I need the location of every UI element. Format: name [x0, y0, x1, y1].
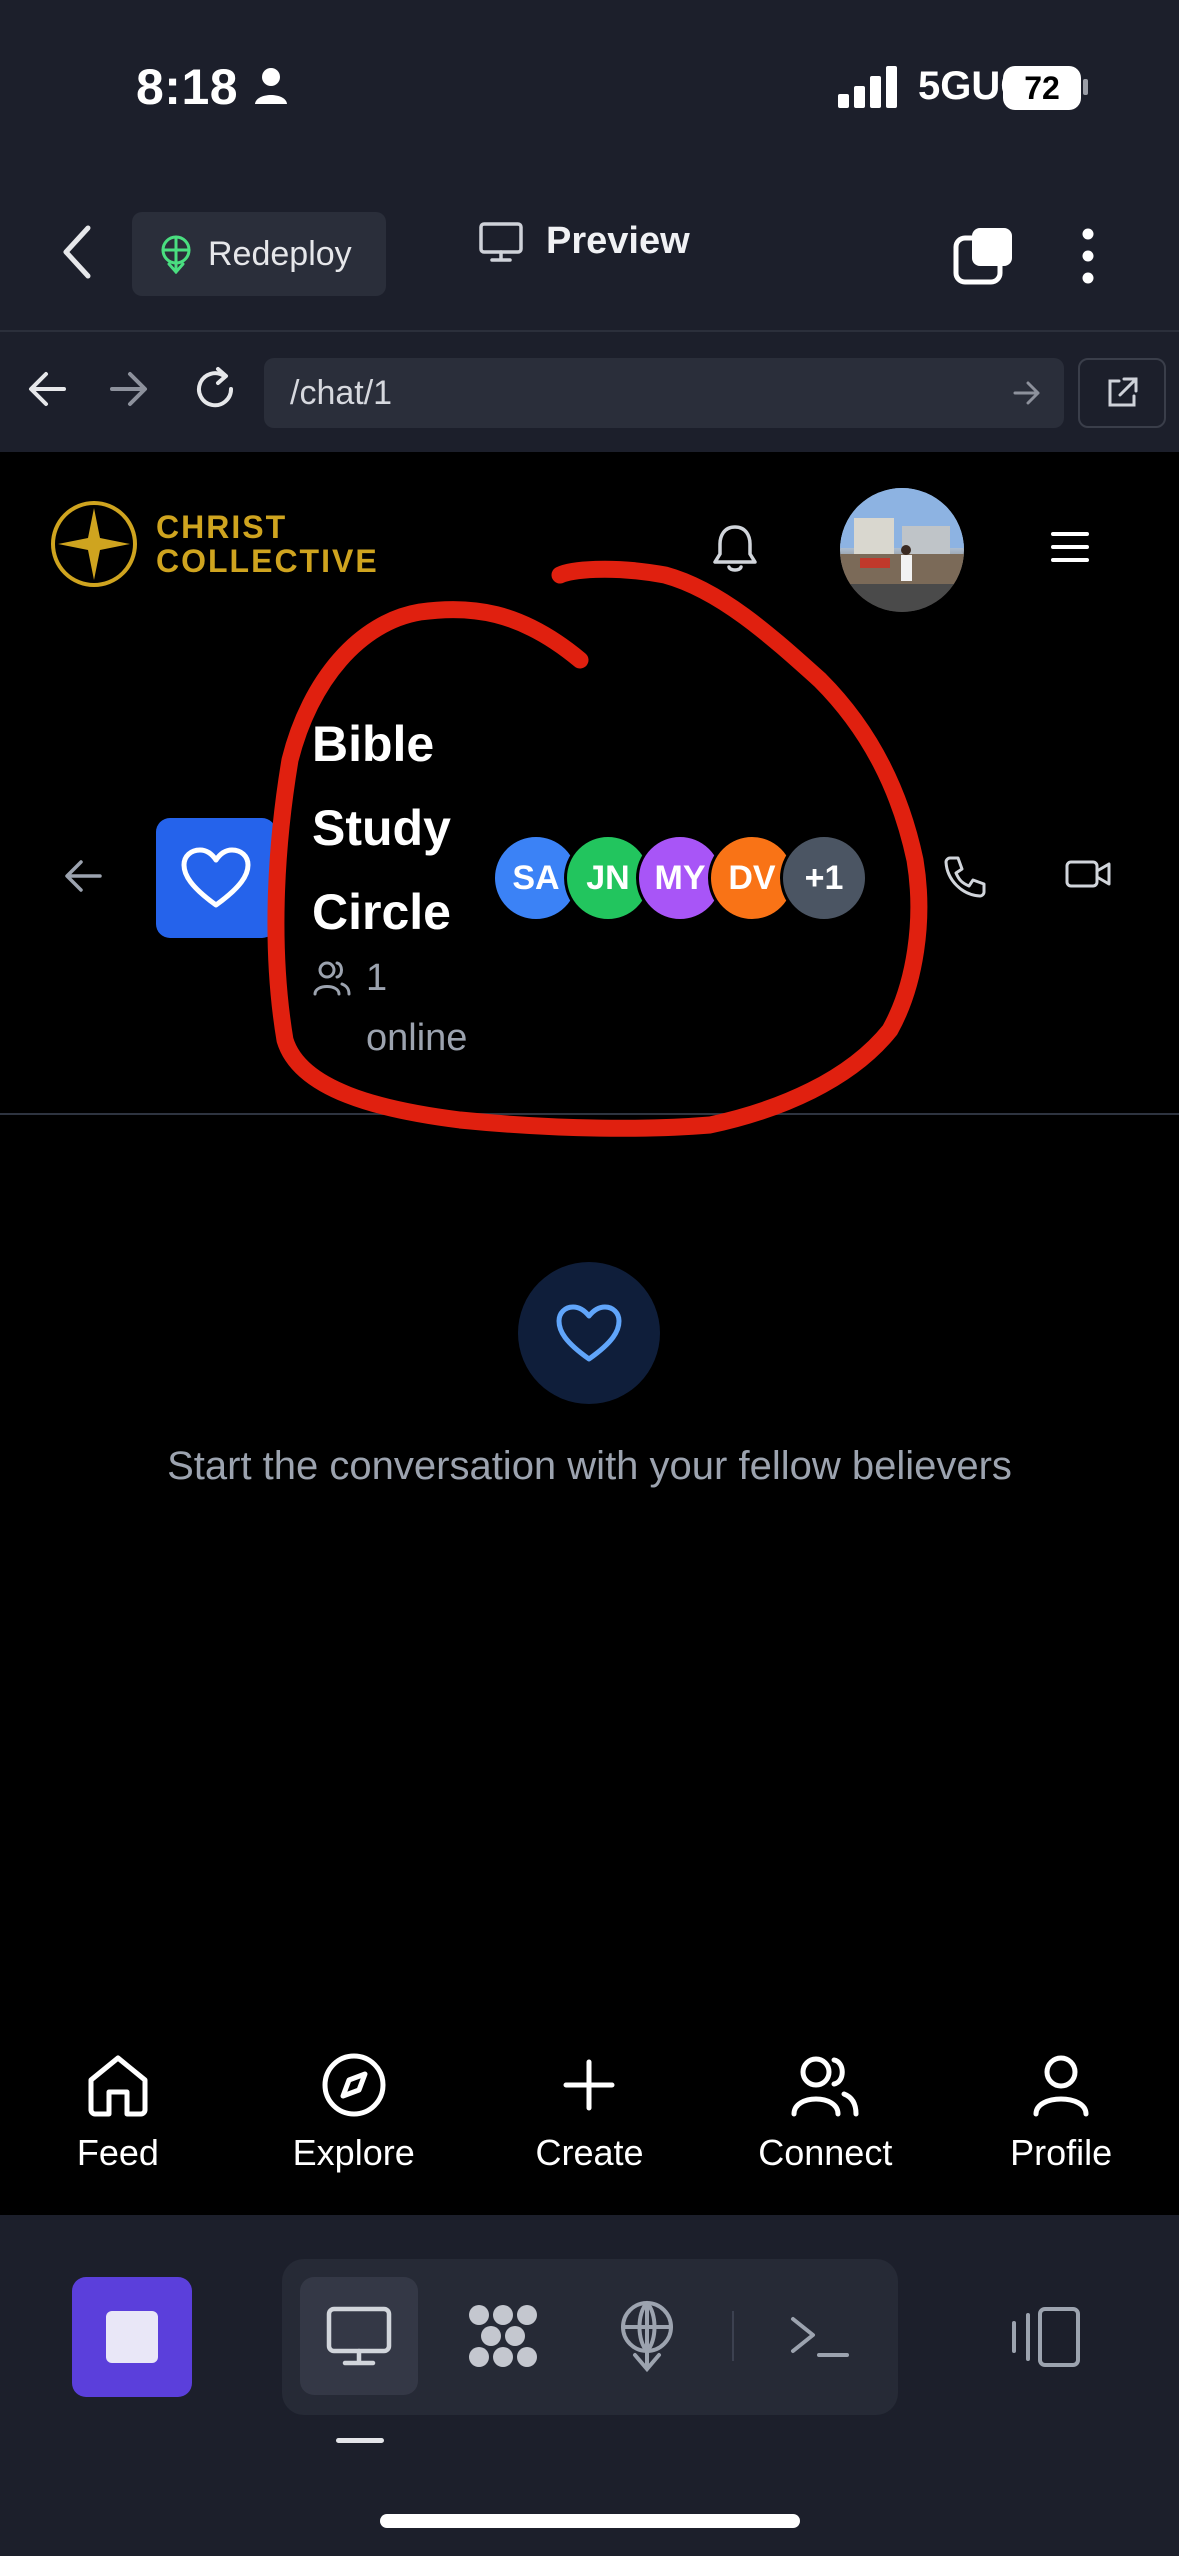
external-link-icon: [1108, 377, 1138, 407]
nav-profile[interactable]: Profile: [943, 2040, 1179, 2215]
battery-icon: 72: [1003, 66, 1081, 110]
logo[interactable]: CHRIST COLLECTIVE: [50, 500, 379, 588]
arrow-left-icon[interactable]: [62, 856, 104, 896]
plus-icon: [563, 2059, 615, 2111]
logo-text: CHRIST COLLECTIVE: [156, 510, 379, 578]
status-bar: 8:18 5GUC 72: [0, 0, 1179, 175]
toolbar-divider: [732, 2311, 734, 2361]
chevron-left-icon[interactable]: [60, 224, 94, 280]
deploy-tool-button[interactable]: [588, 2277, 706, 2395]
chat-header: Bible Study Circle 1 online SA JN MY DV …: [0, 642, 1179, 1115]
preview-tab[interactable]: Preview: [478, 220, 690, 263]
logo-line-1: CHRIST: [156, 509, 288, 545]
user-avatar[interactable]: [840, 488, 964, 612]
arrow-right-icon[interactable]: [108, 368, 150, 410]
monitor-icon: [479, 221, 523, 262]
hamburger-menu-icon[interactable]: [1050, 530, 1090, 564]
users-icon: [791, 2056, 859, 2117]
tabs-icon[interactable]: [952, 226, 1014, 286]
person-icon: [255, 68, 287, 104]
bell-icon[interactable]: [710, 522, 760, 574]
replit-top-bar: Redeploy Preview: [0, 200, 1179, 310]
more-members-badge: +1: [780, 834, 868, 922]
heart-icon: [556, 1304, 622, 1362]
empty-state-message: Start the conversation with your fellow …: [167, 1444, 1012, 1488]
replit-bottom-toolbar: [0, 2215, 1179, 2556]
battery-cap: [1083, 79, 1088, 95]
nav-connect-label: Connect: [758, 2132, 893, 2173]
redeploy-label: Redeploy: [208, 234, 352, 273]
agent-icon: [469, 2305, 537, 2367]
online-count: 1 online: [366, 957, 468, 1059]
agent-tool-button[interactable]: [444, 2277, 562, 2395]
empty-state-icon: [518, 1262, 660, 1404]
nav-create-label: Create: [535, 2132, 644, 2173]
open-external-button[interactable]: [1078, 358, 1166, 428]
stop-icon: [106, 2311, 158, 2363]
nav-create[interactable]: Create: [472, 2040, 708, 2215]
nav-explore[interactable]: Explore: [236, 2040, 472, 2215]
logo-line-2: COLLECTIVE: [156, 543, 379, 579]
nav-profile-label: Profile: [1010, 2132, 1113, 2173]
url-bar: [0, 330, 1179, 452]
users-icon: [313, 961, 351, 996]
shell-tool-button[interactable]: [760, 2277, 878, 2395]
url-field[interactable]: [264, 358, 1064, 428]
terminal-icon: [791, 2317, 849, 2357]
star-logo-icon: [51, 501, 137, 587]
go-arrow-icon[interactable]: [1012, 378, 1042, 408]
deploy-icon: [621, 2301, 673, 2373]
home-indicator[interactable]: [380, 2514, 800, 2528]
nav-connect[interactable]: Connect: [707, 2040, 943, 2215]
arrow-left-icon[interactable]: [26, 368, 68, 410]
stop-button[interactable]: [72, 2277, 192, 2397]
signal-icon: [838, 66, 897, 108]
reload-icon[interactable]: [190, 364, 240, 414]
url-input[interactable]: [290, 358, 970, 428]
heart-icon: [181, 847, 251, 908]
chat-title: Bible Study Circle: [312, 716, 451, 940]
active-tab-indicator: [336, 2438, 384, 2443]
app-header: CHRIST COLLECTIVE: [0, 452, 1179, 642]
browser-chrome: 8:18 5GUC 72 Redeploy Preview /chat/1: [0, 0, 1179, 452]
nav-feed-label: Feed: [76, 2132, 159, 2173]
online-status: 1 online: [312, 948, 496, 1068]
phone-icon[interactable]: [942, 854, 988, 900]
compass-icon: [322, 2053, 386, 2117]
bottom-nav: Feed Explore Create Connect Profile: [0, 2040, 1179, 2215]
video-icon[interactable]: [1064, 856, 1112, 892]
more-vertical-icon[interactable]: [1076, 226, 1100, 286]
user-icon: [1033, 2055, 1089, 2117]
avatar-photo: [840, 488, 964, 612]
preview-label: Preview: [546, 220, 690, 262]
deploy-icon: [161, 235, 191, 274]
nav-explore-label: Explore: [292, 2132, 415, 2173]
nav-feed[interactable]: Feed: [0, 2040, 236, 2215]
panel-toggle-icon[interactable]: [1010, 2305, 1082, 2369]
status-time: 8:18: [136, 59, 239, 115]
redeploy-button[interactable]: Redeploy: [132, 212, 386, 296]
monitor-icon: [326, 2306, 392, 2366]
home-icon: [88, 2055, 148, 2117]
preview-tool-button[interactable]: [300, 2277, 418, 2395]
member-avatars[interactable]: SA JN MY DV +1: [492, 834, 868, 922]
group-avatar: [156, 818, 276, 938]
workspace-tabs: [282, 2259, 898, 2415]
